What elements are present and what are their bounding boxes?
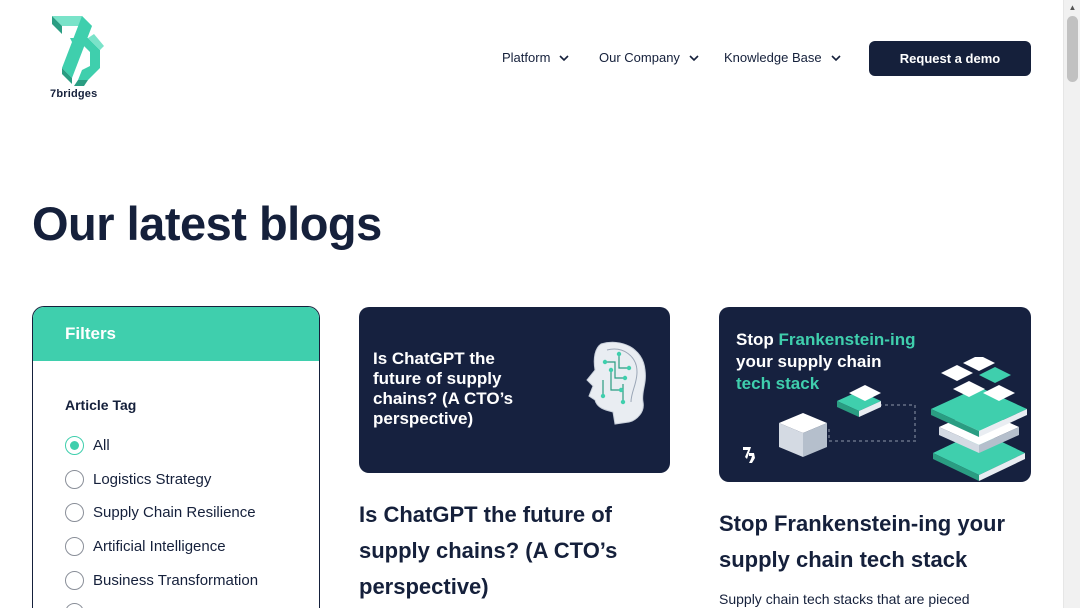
filter-option-business-transformation[interactable]: Business Transformation [65,571,258,590]
nav-knowledge-base[interactable]: Knowledge Base [724,50,842,65]
page-title: Our latest blogs [32,197,382,250]
nav-platform[interactable]: Platform [502,50,570,65]
filter-option-logistics-strategy[interactable]: Logistics Strategy [65,470,211,489]
blog-card-title-chatgpt[interactable]: Is ChatGPT the future of supply chains? … [359,497,679,605]
radio-selected-icon[interactable] [65,436,84,455]
tech-stack-illustration-icon [779,357,1027,481]
filters-heading: Filters [33,307,319,361]
filter-option-label: Artificial Intelligence [93,538,226,555]
scroll-up-arrow-icon[interactable]: ▲ [1064,0,1080,14]
chevron-down-icon [689,54,699,61]
filter-option-artificial-intelligence[interactable]: Artificial Intelligence [65,537,226,556]
chevron-down-icon [559,54,569,61]
blog-card-image-chatgpt[interactable]: Is ChatGPT the future of supply chains? … [359,307,670,473]
filter-option-label: Supply Chain Resilience [93,504,256,521]
filter-option-all[interactable]: All [65,436,110,455]
nav-our-company[interactable]: Our Company [599,50,700,65]
radio-icon[interactable] [65,470,84,489]
filter-option-supply-chain-resilience[interactable]: Supply Chain Resilience [65,503,256,522]
scrollbar-thumb[interactable] [1067,16,1078,82]
logo-wordmark: 7bridges [50,88,98,100]
blog-card-title-frankenstein[interactable]: Stop Frankenstein-ing your supply chain … [719,506,1059,578]
filter-option-label: Business Transformation [93,572,259,589]
nav-knowledge-base-label: Knowledge Base [724,50,822,65]
card-image-text: Is ChatGPT the future of supply chains? … [373,349,514,428]
nav-our-company-label: Our Company [599,50,680,65]
page-scrollbar[interactable]: ▲ [1063,0,1080,608]
radio-icon[interactable] [65,571,84,590]
nav-platform-label: Platform [502,50,551,65]
radio-icon[interactable] [65,603,84,608]
radio-icon[interactable] [65,537,84,556]
7bridges-mini-logo-icon [743,447,755,463]
filter-option-label: All [93,437,110,454]
article-tag-heading: Article Tag [65,397,137,413]
chevron-down-icon [831,54,841,61]
filter-option-label: Logistics Strategy [93,471,212,488]
ai-head-icon [586,341,646,425]
filters-panel: Filters Article Tag All Logistics Strate… [32,306,320,608]
blog-card-excerpt-frankenstein: Supply chain tech stacks that are pieced [719,591,970,607]
request-demo-button[interactable]: Request a demo [869,41,1031,76]
radio-icon[interactable] [65,503,84,522]
blog-card-image-frankenstein[interactable]: Stop Frankenstein-ing your supply chain … [719,307,1031,482]
